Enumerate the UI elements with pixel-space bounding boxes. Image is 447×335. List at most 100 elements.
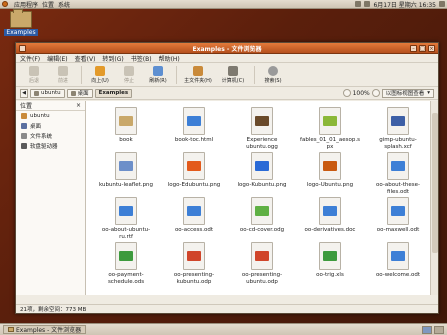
image-icon bbox=[387, 107, 409, 135]
desktop-icon-label: Examples bbox=[4, 29, 38, 36]
crumb-left-arrow[interactable]: ◀ bbox=[20, 88, 28, 98]
document-icon bbox=[387, 152, 409, 180]
file-item[interactable]: Experience ubuntu.ogg bbox=[228, 107, 296, 152]
file-item[interactable]: logo-Kubuntu.png bbox=[228, 152, 296, 197]
clock[interactable]: 6月17日 星期六 16:35 bbox=[373, 0, 436, 9]
sidebar-item-floppy[interactable]: 软盘驱动器 bbox=[16, 141, 85, 151]
file-item[interactable]: oo-presenting-ubuntu.odp bbox=[228, 242, 296, 287]
back-label: 后退 bbox=[28, 77, 39, 84]
menu-go[interactable]: 转到(G) bbox=[102, 54, 123, 63]
file-item[interactable]: oo-cd-cover.odg bbox=[228, 197, 296, 242]
sidebar-header[interactable]: 位置 × bbox=[16, 101, 85, 111]
file-item[interactable]: logo-Ubuntu.png bbox=[296, 152, 364, 197]
back-arrow-icon bbox=[29, 65, 39, 76]
reload-button[interactable]: 刷新(R) bbox=[144, 65, 172, 84]
file-item[interactable]: fables_01_01_aesop.spx bbox=[296, 107, 364, 152]
file-item[interactable]: oo-about-these-files.odt bbox=[364, 152, 432, 197]
computer-label: 计算机(C) bbox=[221, 77, 245, 84]
file-name: oo-maxwell.odt bbox=[376, 227, 420, 233]
forward-button[interactable]: 前进 bbox=[49, 65, 77, 84]
file-grid: book book-toc.html Experience ubuntu.ogg fa… bbox=[92, 107, 420, 287]
sidebar-item-desktop[interactable]: 桌面 bbox=[16, 121, 85, 131]
sidebar-item-label: 软盘驱动器 bbox=[30, 144, 58, 150]
menu-applications[interactable]: 应用程序 bbox=[14, 0, 38, 9]
crumb-label: Examples bbox=[98, 90, 129, 96]
toolbar: 后退 前进 向上(U) 停止 刷新(R) 主文件夹(H) 计算机(C) 搜索(S… bbox=[16, 63, 438, 87]
file-item[interactable]: oo-presenting-kubuntu.odp bbox=[160, 242, 228, 287]
file-name: oo-about-these-files.odt bbox=[376, 182, 420, 195]
menu-help[interactable]: 帮助(H) bbox=[159, 54, 180, 63]
sidebar-item-home[interactable]: ubuntu bbox=[16, 111, 85, 121]
status-text: 21项，剩余空间：773 MB bbox=[20, 307, 87, 313]
file-name: logo-Edubuntu.png bbox=[167, 182, 221, 188]
desktop-examples-icon[interactable]: Examples bbox=[3, 9, 39, 36]
volume-icon[interactable] bbox=[364, 1, 371, 7]
top-panel: 应用程序 位置 系统 6月17日 星期六 16:35 bbox=[0, 0, 447, 9]
view-mode-select[interactable]: 以图标视图查看 ▾ bbox=[381, 88, 434, 98]
zoom-out-icon[interactable] bbox=[342, 89, 351, 97]
network-icon[interactable] bbox=[355, 1, 362, 7]
close-button[interactable]: × bbox=[428, 45, 435, 52]
stop-icon bbox=[124, 65, 134, 76]
file-item[interactable]: oo-payment-schedule.ods bbox=[92, 242, 160, 287]
menu-view[interactable]: 查看(V) bbox=[75, 54, 96, 63]
workspace-1[interactable] bbox=[422, 325, 432, 334]
close-icon[interactable]: × bbox=[76, 102, 81, 109]
taskbar-item-label: Examples - 文件浏览器 bbox=[16, 327, 82, 334]
file-item[interactable]: oo-derivatives.doc bbox=[296, 197, 364, 242]
search-button[interactable]: 搜索(S) bbox=[259, 65, 287, 84]
sidebar-item-filesystem[interactable]: 文件系统 bbox=[16, 131, 85, 141]
window-menu-icon[interactable] bbox=[19, 45, 26, 52]
crumb-examples[interactable]: Examples bbox=[94, 88, 133, 98]
file-item[interactable]: book bbox=[92, 107, 160, 152]
file-item[interactable]: oo-about-ubuntu-ru.rtf bbox=[92, 197, 160, 242]
file-item[interactable]: oo-maxwell.odt bbox=[364, 197, 432, 242]
toolbar-separator bbox=[81, 65, 82, 84]
titlebar[interactable]: Examples - 文件浏览器 – □ × bbox=[16, 43, 438, 54]
sidebar: 位置 × ubuntu 桌面 文件系统 软盘驱动器 bbox=[16, 101, 86, 295]
leaflet-thumbnail-icon bbox=[115, 152, 137, 180]
file-item[interactable]: gimp-ubuntu-splash.xcf bbox=[364, 107, 432, 152]
file-item[interactable]: oo-access.odt bbox=[160, 197, 228, 242]
document-icon bbox=[115, 197, 137, 225]
ubuntu-logo-icon[interactable] bbox=[2, 1, 8, 7]
presentation-icon bbox=[251, 242, 273, 270]
power-icon[interactable] bbox=[439, 1, 445, 7]
computer-button[interactable]: 计算机(C) bbox=[216, 65, 250, 84]
file-name: oo-access.odt bbox=[174, 227, 214, 233]
panel-right: 6月17日 星期六 16:35 bbox=[355, 0, 445, 9]
file-name: oo-presenting-kubuntu.odp bbox=[173, 272, 215, 285]
crumb-desktop[interactable]: 桌面 bbox=[66, 88, 93, 98]
vertical-scrollbar[interactable] bbox=[430, 101, 438, 295]
stop-button[interactable]: 停止 bbox=[115, 65, 143, 84]
scrollbar-thumb[interactable] bbox=[432, 113, 438, 253]
file-name: oo-presenting-ubuntu.odp bbox=[241, 272, 283, 285]
floppy-icon bbox=[21, 143, 27, 149]
taskbar-item[interactable]: Examples - 文件浏览器 bbox=[3, 325, 87, 334]
location-bar: ◀ ubuntu 桌面 Examples 100% 以图标视图查看 ▾ bbox=[16, 87, 438, 100]
zoom-level: 100% bbox=[352, 89, 370, 97]
menu-system[interactable]: 系统 bbox=[58, 0, 70, 9]
zoom-in-icon[interactable] bbox=[371, 89, 380, 97]
up-button[interactable]: 向上(U) bbox=[86, 65, 114, 84]
menu-file[interactable]: 文件(F) bbox=[20, 54, 40, 63]
drawing-icon bbox=[251, 197, 273, 225]
menu-bookmarks[interactable]: 书签(B) bbox=[131, 54, 152, 63]
file-item[interactable]: kubuntu-leaflet.png bbox=[92, 152, 160, 197]
file-item[interactable]: oo-welcome.odt bbox=[364, 242, 432, 287]
file-item[interactable]: oo-trig.xls bbox=[296, 242, 364, 287]
home-button[interactable]: 主文件夹(H) bbox=[181, 65, 215, 84]
crumb-home[interactable]: ubuntu bbox=[30, 88, 65, 98]
file-name: oo-about-ubuntu-ru.rtf bbox=[101, 227, 151, 240]
workspace-2[interactable] bbox=[434, 325, 444, 334]
file-name: book-toc.html bbox=[174, 137, 214, 143]
file-name: kubuntu-leaflet.png bbox=[98, 182, 154, 188]
presentation-icon bbox=[183, 242, 205, 270]
file-item[interactable]: book-toc.html bbox=[160, 107, 228, 152]
back-button[interactable]: 后退 bbox=[20, 65, 48, 84]
maximize-button[interactable]: □ bbox=[419, 45, 426, 52]
menu-places[interactable]: 位置 bbox=[42, 0, 54, 9]
menu-edit[interactable]: 编辑(E) bbox=[47, 54, 67, 63]
file-item[interactable]: logo-Edubuntu.png bbox=[160, 152, 228, 197]
minimize-button[interactable]: – bbox=[410, 45, 417, 52]
